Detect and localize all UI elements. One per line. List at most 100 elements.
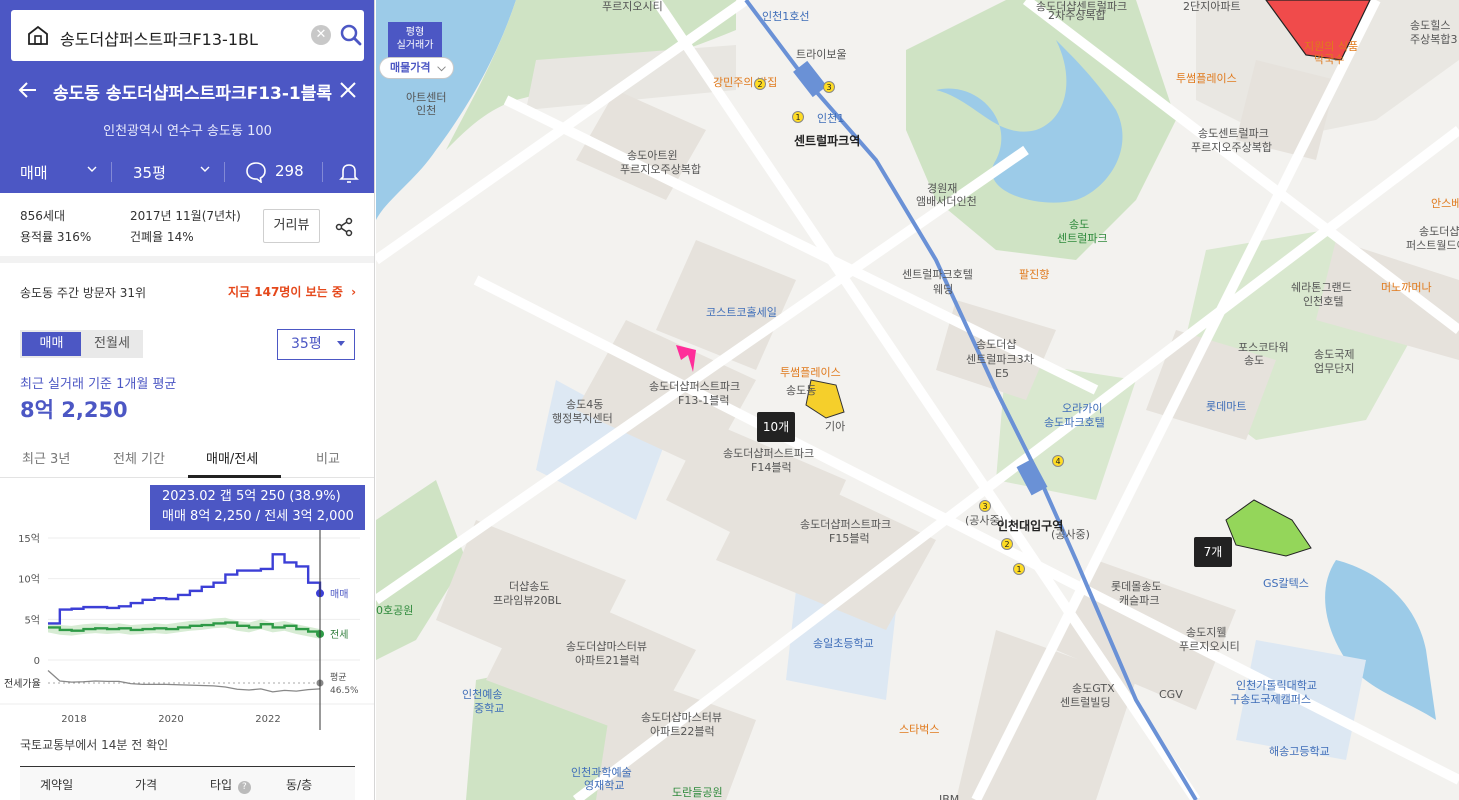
tab-rent[interactable]: 전월세 — [83, 332, 141, 356]
map-label[interactable]: 앰배서더인천 — [916, 195, 977, 209]
cluster-badge-7[interactable]: 7개 — [1194, 537, 1232, 567]
map-label[interactable]: 아파트22블럭 — [650, 725, 715, 739]
map-label[interactable]: 2단지아파트 — [1183, 0, 1241, 14]
map-label[interactable]: 송도더샵마스터뷰 — [566, 640, 647, 654]
map-label[interactable]: 푸르지오주상복합 — [620, 163, 701, 177]
back-arrow-icon[interactable] — [16, 78, 40, 102]
map-label[interactable]: 인천과학예술 — [571, 766, 632, 780]
map-label[interactable]: 송도더샵마스터뷰 — [641, 711, 722, 725]
map-label[interactable]: GS칼텍스 — [1263, 577, 1309, 591]
map-label[interactable]: 인천1호선 — [762, 10, 809, 24]
trade-type-dropdown[interactable]: 매매 — [20, 162, 48, 183]
map-label[interactable]: 센트럴빌딩 — [1060, 696, 1111, 710]
map-label[interactable]: 송도더샵 — [976, 338, 1016, 352]
bell-icon[interactable] — [339, 162, 359, 184]
map-label[interactable]: 송도4동 — [566, 398, 603, 412]
map-label[interactable]: 행정복지센터 — [552, 412, 613, 426]
tab-all-period[interactable]: 전체 기간 — [113, 448, 165, 467]
map-label[interactable]: 푸르지오시티 — [1179, 640, 1240, 654]
search-box[interactable]: 송도더샵퍼스트파크F13-1BL ✕ — [11, 10, 364, 61]
map-label[interactable]: 더샵송도 — [509, 580, 549, 594]
map-label[interactable]: 송도힐스 — [1410, 19, 1450, 33]
map-label[interactable]: (공사중) — [965, 514, 1004, 528]
tab-sale-jeonse[interactable]: 매매/전세 — [206, 448, 258, 467]
map-label[interactable]: 센트럴파크3차 — [966, 353, 1034, 367]
map-label[interactable]: 송도동 — [786, 384, 816, 398]
map-label[interactable]: 송도지웰 — [1186, 626, 1226, 640]
map-label[interactable]: 롯데마트 — [1206, 400, 1246, 414]
map-label[interactable]: JBM — [939, 793, 959, 800]
tab-compare[interactable]: 비교 — [316, 448, 340, 467]
live-viewers-link[interactable]: 지금 147명이 보는 중 › — [228, 283, 356, 300]
comment-icon[interactable] — [245, 161, 267, 183]
map-label[interactable]: 지원의 식품 — [1304, 40, 1358, 54]
size-dropdown[interactable]: 35평 — [133, 162, 166, 183]
map-label[interactable]: 프라임뷰20BL — [493, 594, 561, 608]
map-label[interactable]: 스타벅스 — [899, 723, 939, 737]
map-label[interactable]: 업무단지 — [1314, 362, 1354, 376]
map-label[interactable]: 송도센트럴파크 — [1198, 127, 1269, 141]
map-label[interactable]: 트라이보울 — [796, 48, 847, 62]
size-select[interactable]: 35평 — [277, 329, 355, 360]
map-label[interactable]: 송도파크호텔 — [1044, 416, 1105, 430]
map-label[interactable]: 아파트21블럭 — [575, 654, 640, 668]
map-label[interactable]: 송도 — [1069, 218, 1089, 232]
map-label[interactable]: 팔진향 — [1019, 268, 1049, 282]
street-view-button[interactable]: 거리뷰 — [263, 209, 320, 243]
map-label[interactable]: 푸르지오시티 — [602, 0, 663, 14]
map-label[interactable]: 영재학교 — [584, 779, 624, 793]
map-label[interactable]: 웨딩 — [933, 283, 953, 297]
map-label[interactable]: 센트럴파크호텔 — [902, 268, 973, 282]
map-label[interactable]: 머노까머나 — [1381, 281, 1432, 295]
map-label[interactable]: 송도아트윈 — [627, 149, 678, 163]
map-label[interactable]: 도란들공원 — [672, 786, 723, 800]
map-label[interactable]: 중학교 — [474, 702, 504, 716]
map-label[interactable]: 막국수 — [1314, 53, 1344, 67]
map-label[interactable]: 2차주상복합 — [1048, 9, 1106, 23]
map-label[interactable]: F14블럭 — [751, 461, 792, 475]
map-label[interactable]: 경원재 — [927, 182, 957, 196]
map-label[interactable]: 센트럴파크 — [1057, 232, 1108, 246]
map-label[interactable]: 인천 — [416, 104, 436, 118]
map-label[interactable]: 롯데몰송도 — [1111, 580, 1162, 594]
map-label[interactable]: 송도 — [1244, 354, 1264, 368]
map-label[interactable]: 투썸플레이스 — [1176, 72, 1237, 86]
listing-price-toggle[interactable]: 매물가격 ⌵ — [379, 57, 454, 79]
map-view[interactable]: 평형 실거래가 매물가격 ⌵ 푸르지오시티 트라이보울 강민주의 밥집 아트센터 인천 송… — [376, 0, 1459, 800]
map-label[interactable]: 인천가톨릭대학교 — [1236, 679, 1317, 693]
map-label[interactable]: 아트센터 — [406, 91, 446, 105]
map-label[interactable]: 오라카이 — [1062, 402, 1102, 416]
map-label[interactable]: 인천1 — [817, 112, 844, 126]
map-label[interactable]: 캐슬파크 — [1119, 594, 1159, 608]
map-label[interactable]: E5 — [995, 367, 1009, 381]
map-label[interactable]: 강민주의 밥집 — [713, 76, 777, 90]
search-input[interactable]: 송도더샵퍼스트파크F13-1BL — [60, 26, 258, 50]
map-label[interactable]: 푸르지오주상복합 — [1191, 141, 1272, 155]
map-label[interactable]: 주상복합3 — [1410, 33, 1457, 47]
map-label[interactable]: CGV — [1159, 688, 1183, 702]
map-label[interactable]: F13-1블럭 — [678, 394, 730, 408]
share-icon[interactable] — [333, 216, 355, 238]
map-label[interactable]: 인천예송 — [462, 688, 502, 702]
map-label[interactable]: 해송고등학교 — [1269, 745, 1330, 759]
map-label[interactable]: 구송도국제캠퍼스 — [1230, 693, 1311, 707]
map-label[interactable]: 송도더샵퍼스트파크 — [723, 447, 814, 461]
cluster-badge-10[interactable]: 10개 — [757, 412, 795, 442]
map-label[interactable]: 투썸플레이스 — [780, 366, 841, 380]
search-icon[interactable] — [339, 23, 363, 47]
map-label[interactable]: 송도GTX — [1072, 682, 1115, 696]
map-label[interactable]: 송도국제 — [1314, 348, 1354, 362]
map-label[interactable]: 인천호텔 — [1303, 295, 1343, 309]
map-label[interactable]: 퍼스트월드아파 — [1406, 239, 1459, 253]
help-icon[interactable]: ? — [237, 781, 251, 794]
tab-sale[interactable]: 매매 — [22, 332, 81, 356]
map-label[interactable]: 0호공원 — [376, 604, 413, 618]
close-icon[interactable] — [336, 78, 360, 102]
map-label[interactable]: F15블럭 — [829, 532, 870, 546]
tab-recent-3y[interactable]: 최근 3년 — [22, 448, 70, 467]
comment-count[interactable]: 298 — [275, 162, 304, 180]
map-label[interactable]: 송도더샵퍼스트파크 — [649, 380, 740, 394]
map-label[interactable]: 센트럴파크역 — [794, 134, 860, 148]
map-label[interactable]: 코스트코홀세일 — [706, 306, 777, 320]
map-mode-tag[interactable]: 평형 실거래가 — [388, 22, 442, 60]
